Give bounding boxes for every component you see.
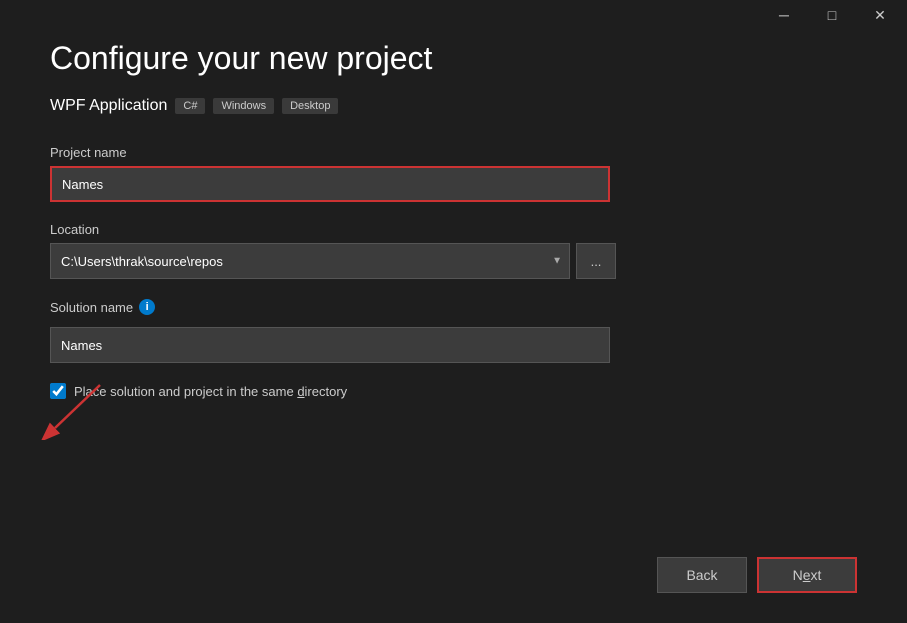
- main-content: Configure your new project WPF Applicati…: [0, 0, 907, 623]
- minimize-button[interactable]: ─: [761, 0, 807, 30]
- location-select-wrapper: C:\Users\thrak\source\repos ▼: [50, 243, 570, 279]
- project-name-group: Project name: [50, 145, 857, 202]
- page-title: Configure your new project: [50, 40, 857, 77]
- checkbox-label-underline: d: [297, 384, 304, 399]
- next-button[interactable]: Next: [757, 557, 857, 593]
- form-section: Project name Location C:\Users\thrak\sou…: [50, 145, 857, 537]
- next-label-suffix: xt: [811, 567, 822, 583]
- app-type-label: WPF Application: [50, 97, 167, 115]
- same-directory-label: Place solution and project in the same d…: [74, 384, 347, 399]
- same-directory-checkbox[interactable]: [50, 383, 66, 399]
- title-bar: ─ □ ✕: [761, 0, 907, 30]
- next-label-prefix: N: [793, 567, 803, 583]
- next-label-underline: e: [803, 567, 811, 583]
- subtitle-row: WPF Application C# Windows Desktop: [50, 97, 857, 115]
- project-name-label: Project name: [50, 145, 857, 160]
- back-button[interactable]: Back: [657, 557, 747, 593]
- tag-desktop: Desktop: [282, 98, 338, 114]
- tag-windows: Windows: [213, 98, 274, 114]
- solution-name-label-row: Solution name i: [50, 299, 857, 315]
- location-select[interactable]: C:\Users\thrak\source\repos: [50, 243, 570, 279]
- tag-csharp: C#: [175, 98, 205, 114]
- solution-name-group: Solution name i: [50, 299, 857, 363]
- location-label: Location: [50, 222, 857, 237]
- maximize-button[interactable]: □: [809, 0, 855, 30]
- bottom-bar: Back Next: [50, 537, 857, 593]
- solution-name-input[interactable]: [50, 327, 610, 363]
- browse-button[interactable]: ...: [576, 243, 616, 279]
- solution-name-label: Solution name: [50, 300, 133, 315]
- location-row: C:\Users\thrak\source\repos ▼ ...: [50, 243, 857, 279]
- project-name-input[interactable]: [50, 166, 610, 202]
- close-button[interactable]: ✕: [857, 0, 903, 30]
- checkbox-row: Place solution and project in the same d…: [50, 383, 857, 399]
- location-group: Location C:\Users\thrak\source\repos ▼ .…: [50, 222, 857, 279]
- info-icon: i: [139, 299, 155, 315]
